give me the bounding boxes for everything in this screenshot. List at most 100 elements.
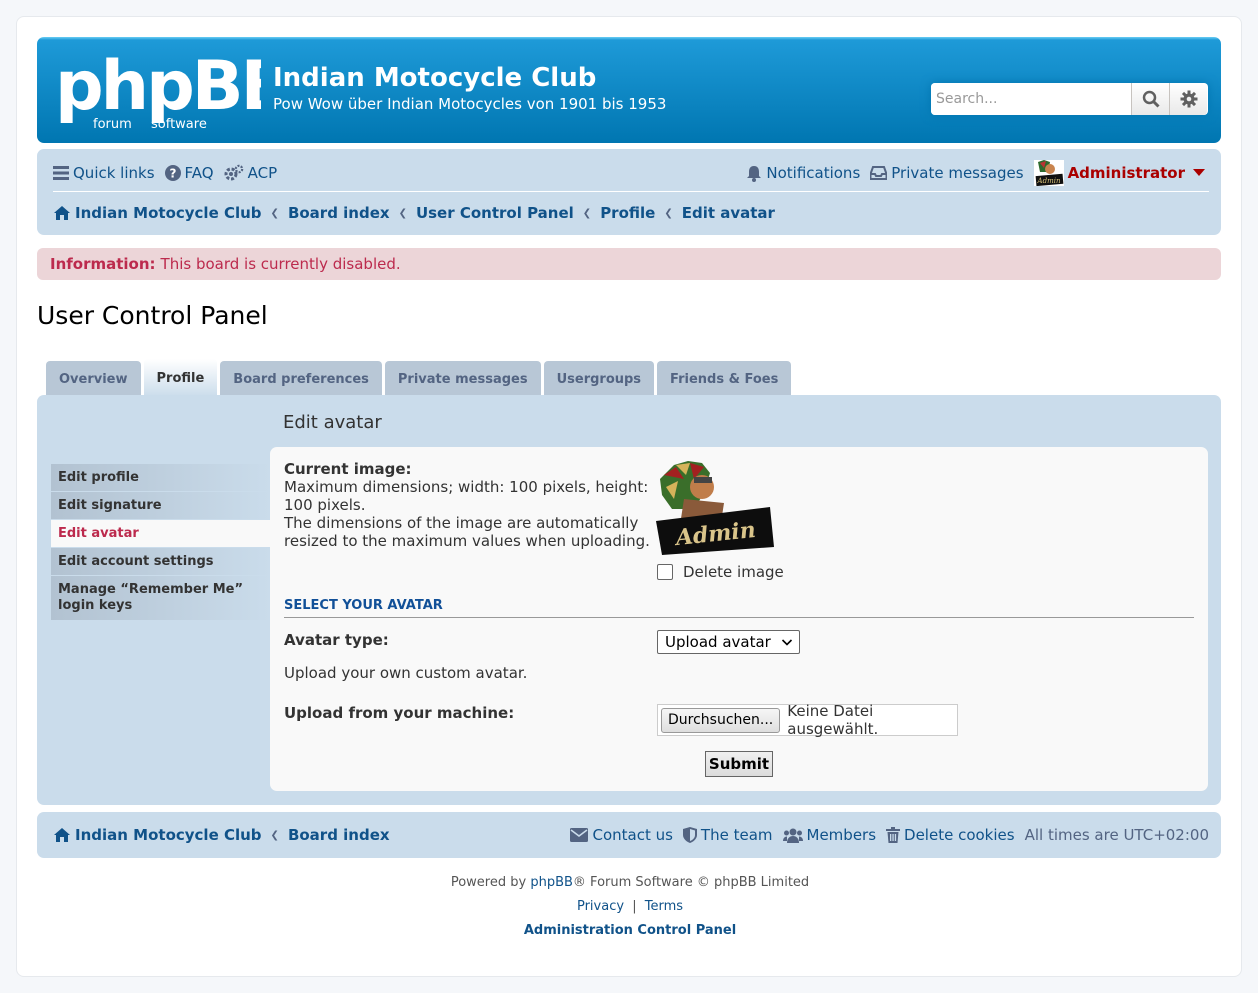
breadcrumb-board-index[interactable]: Board index [288,204,390,222]
svg-text:forum: forum [93,117,132,131]
section-title: SELECT YOUR AVATAR [284,598,1194,618]
tab-private-messages[interactable]: Private messages [384,361,541,397]
avatar: Admin [1033,160,1064,186]
sidebar: Edit profile Edit signature Edit avatar … [51,464,271,621]
chevron-left-icon: ❮ [582,207,592,219]
contact-us-label: Contact us [592,826,673,844]
avatar-type-select[interactable]: Upload avatar [657,630,800,654]
delete-cookies-label: Delete cookies [904,826,1015,844]
user-menu[interactable]: Admin Administrator [1033,160,1209,186]
question-circle-icon: ? [164,165,181,181]
bars-icon [53,166,69,180]
link-separator: | [632,899,637,914]
delete-cookies-link[interactable]: Delete cookies [886,826,1015,844]
chevron-left-icon: ❮ [664,207,673,219]
sidebar-item-edit-avatar[interactable]: Edit avatar [51,520,271,547]
delete-image-checkbox[interactable]: Delete image [657,563,784,581]
breadcrumb-profile[interactable]: Profile [600,204,655,222]
footer-breadcrumb: Indian Motocycle Club ❮ Board index [53,826,390,844]
notifications-link[interactable]: Notifications [746,164,860,182]
inbox-icon [870,166,888,180]
users-icon [782,828,803,843]
caret-down-icon [1193,169,1205,176]
legal-links: Privacy | Terms [17,899,1243,914]
tab-board-preferences[interactable]: Board preferences [220,361,382,397]
svg-text:software: software [151,117,207,131]
acp-footer-link-wrap: Administration Control Panel [17,923,1243,938]
tab-friends-foes[interactable]: Friends & Foes [657,361,792,397]
header-bar: phpBB forum software Indian Motocycle Cl… [37,37,1221,143]
chevron-left-icon: ❮ [398,207,407,219]
page-title: User Control Panel [37,301,268,330]
current-image-dimensions: Maximum dimensions; width: 100 pixels, h… [284,478,649,514]
nav-divider [53,191,1209,192]
tab-profile[interactable]: Profile [143,359,218,397]
private-messages-link[interactable]: Private messages [870,164,1024,182]
gear-icon [1180,90,1197,108]
quick-links-menu[interactable]: Quick links [53,164,155,182]
acp-link[interactable]: ACP [224,164,278,182]
sidebar-item-edit-account-settings[interactable]: Edit account settings [51,548,271,575]
contact-us-link[interactable]: Contact us [570,826,673,844]
search-box [931,83,1208,115]
svg-text:?: ? [169,167,176,181]
cogs-icon [224,164,243,181]
members-label: Members [806,826,877,844]
members-link[interactable]: Members [782,826,877,844]
ucp-panel: Edit profile Edit signature Edit avatar … [37,395,1221,805]
ucp-tabs: Overview Profile Board preferences Priva… [46,359,794,397]
tab-overview[interactable]: Overview [46,361,141,397]
navbar: Quick links ? FAQ ACP Notifications Priv… [37,149,1221,235]
acp-label: ACP [247,164,278,182]
private-messages-label: Private messages [891,164,1024,182]
checkbox-box[interactable] [657,564,673,580]
svg-text:Admin: Admin [1036,177,1060,185]
svg-text:phpBB: phpBB [55,51,261,126]
avatar-type-label: Avatar type: [284,631,389,649]
timezone-text: All times are UTC+02:00 [1024,826,1209,844]
faq-label: FAQ [184,164,214,182]
edit-avatar-form: Current image: Maximum dimensions; width… [270,447,1208,791]
file-upload-input[interactable]: Durchsuchen... Keine Datei ausgewählt. [657,702,958,738]
site-title[interactable]: Indian Motocycle Club [273,63,596,93]
footer-breadcrumb-home[interactable]: Indian Motocycle Club [75,826,262,844]
sidebar-item-edit-profile[interactable]: Edit profile [51,464,271,491]
home-icon [54,828,70,842]
breadcrumb-ucp[interactable]: User Control Panel [416,204,574,222]
advanced-search-button[interactable] [1169,83,1207,115]
delete-image-label: Delete image [683,563,784,581]
powered-prefix: Powered by [450,875,527,890]
administration-control-panel-link[interactable]: Administration Control Panel [524,923,736,938]
terms-link[interactable]: Terms [645,899,683,914]
sidebar-item-edit-signature[interactable]: Edit signature [51,492,271,519]
search-input[interactable] [931,83,1131,115]
privacy-link[interactable]: Privacy [577,899,624,914]
phpbb-logo[interactable]: phpBB forum software [55,47,292,132]
envelope-icon [570,828,589,842]
current-image-resize-note: The dimensions of the image are automati… [284,514,650,550]
browse-button[interactable]: Durchsuchen... [661,707,781,733]
team-link[interactable]: The team [682,826,773,844]
trash-icon [886,827,901,843]
avatar-type-value: Upload avatar [665,633,771,651]
phpbb-link[interactable]: phpBB [530,875,573,890]
sidebar-item-remember-me-keys[interactable]: Manage “Remember Me” login keys [51,576,271,620]
upload-description: Upload your own custom avatar. [284,664,528,682]
footer-breadcrumb-board-index[interactable]: Board index [288,826,390,844]
no-file-label: Keine Datei ausgewählt. [787,702,879,738]
site-description: Pow Wow über Indian Motocycles von 1901 … [273,95,667,113]
powered-suffix: ® Forum Software © phpBB Limited [572,875,810,890]
breadcrumb-home[interactable]: Indian Motocycle Club [75,204,262,222]
breadcrumb-edit-avatar[interactable]: Edit avatar [682,204,775,222]
current-image-info: Current image: Maximum dimensions; width… [284,460,654,550]
quick-links-label: Quick links [73,164,155,182]
submit-button[interactable]: Submit [705,751,773,777]
search-icon [1142,90,1160,108]
search-button[interactable] [1131,83,1169,115]
info-banner: Information: This board is currently dis… [37,248,1221,280]
tab-usergroups[interactable]: Usergroups [543,361,655,397]
chevron-down-icon [781,639,793,646]
breadcrumb: Indian Motocycle Club ❮ Board index ❮ Us… [53,199,775,227]
faq-link[interactable]: ? FAQ [164,164,214,182]
page-wrap: phpBB forum software Indian Motocycle Cl… [16,16,1242,977]
